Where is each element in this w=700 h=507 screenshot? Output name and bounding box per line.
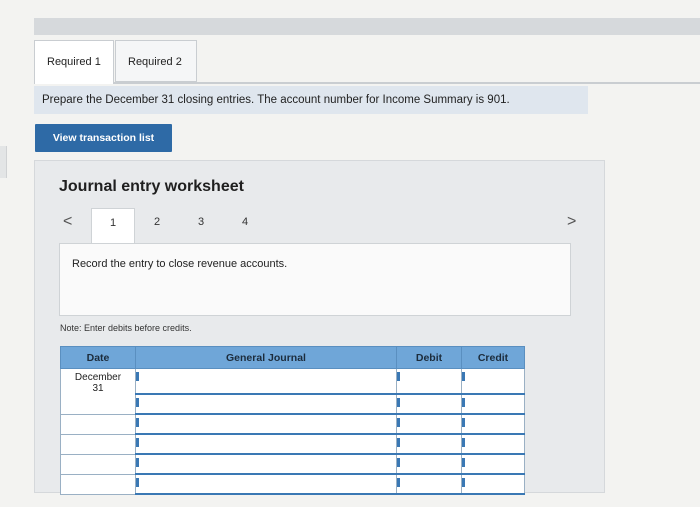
note-text: Note: Enter debits before credits. <box>60 323 192 333</box>
account-input[interactable] <box>135 453 397 475</box>
credit-input[interactable] <box>461 368 525 395</box>
date-cell[interactable] <box>60 453 136 475</box>
view-transaction-list-button[interactable]: View transaction list <box>35 124 172 152</box>
debit-input[interactable] <box>396 413 462 435</box>
date-month: December <box>74 372 122 383</box>
tab-divider <box>114 82 700 84</box>
top-progress-bar <box>34 18 700 35</box>
debit-input[interactable] <box>396 453 462 475</box>
entry-description: Record the entry to close revenue accoun… <box>72 258 288 270</box>
credit-input[interactable] <box>461 393 525 415</box>
table-row <box>60 473 525 495</box>
worksheet-title: Journal entry worksheet <box>59 178 244 195</box>
instruction-text: Prepare the December 31 closing entries.… <box>34 86 588 114</box>
date-cell[interactable] <box>60 473 136 495</box>
credit-header: Credit <box>461 346 525 369</box>
debit-input[interactable] <box>396 473 462 495</box>
date-cell[interactable] <box>60 433 136 455</box>
date-header: Date <box>60 346 136 369</box>
tab-label: Required 2 <box>128 56 182 68</box>
table-row <box>60 433 525 455</box>
credit-input[interactable] <box>461 473 525 495</box>
tab-label: Required 1 <box>47 56 101 68</box>
chevron-left-icon[interactable]: < <box>63 213 72 231</box>
date-cell[interactable] <box>60 413 136 435</box>
step-tab-1[interactable]: 1 <box>91 208 135 245</box>
journal-entry-worksheet: Journal entry worksheet < 1 2 3 4 > Reco… <box>34 160 605 495</box>
account-input[interactable] <box>135 473 397 495</box>
date-day: 31 <box>92 383 104 394</box>
account-input[interactable] <box>135 368 397 395</box>
table-row <box>60 413 525 435</box>
table-row <box>60 453 525 475</box>
debit-input[interactable] <box>396 433 462 455</box>
debit-header: Debit <box>396 346 462 369</box>
account-input[interactable] <box>135 433 397 455</box>
journal-table: Date General Journal Debit Credit Decemb… <box>60 346 525 495</box>
table-header-row: Date General Journal Debit Credit <box>60 346 525 369</box>
step-tab-3[interactable]: 3 <box>179 208 223 244</box>
general-journal-header: General Journal <box>135 346 397 369</box>
debit-input[interactable] <box>396 393 462 415</box>
entry-description-box: Record the entry to close revenue accoun… <box>59 243 571 316</box>
debit-input[interactable] <box>396 368 462 395</box>
step-tab-2[interactable]: 2 <box>135 208 179 244</box>
chevron-right-icon[interactable]: > <box>567 213 576 231</box>
side-handle[interactable] <box>0 146 7 178</box>
credit-input[interactable] <box>461 413 525 435</box>
account-input[interactable] <box>135 393 397 415</box>
credit-input[interactable] <box>461 453 525 475</box>
step-tab-4[interactable]: 4 <box>223 208 267 244</box>
tab-required-1[interactable]: Required 1 <box>34 40 114 84</box>
credit-input[interactable] <box>461 433 525 455</box>
table-row: December 31 <box>60 368 525 415</box>
date-cell[interactable]: December 31 <box>60 368 136 415</box>
tab-required-2[interactable]: Required 2 <box>115 40 197 82</box>
account-input[interactable] <box>135 413 397 435</box>
